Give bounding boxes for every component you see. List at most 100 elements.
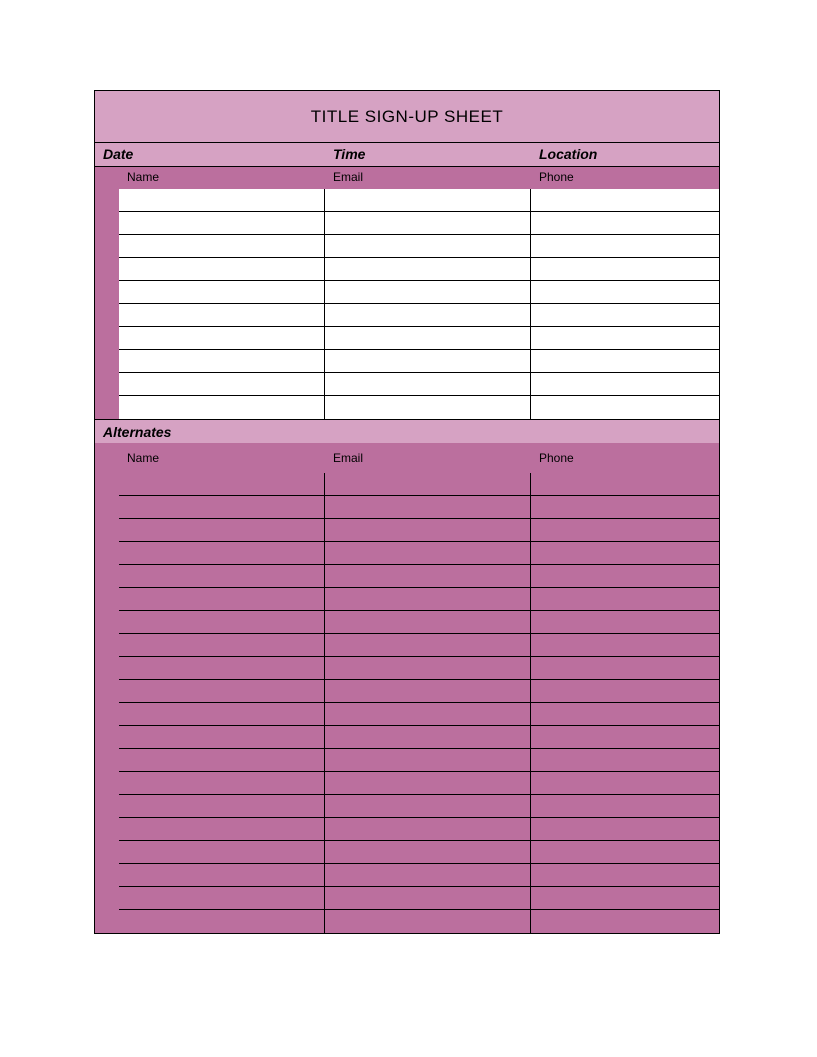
table-cell[interactable]: [119, 235, 325, 257]
table-cell[interactable]: [531, 703, 719, 725]
table-cell[interactable]: [119, 281, 325, 303]
table-row[interactable]: [119, 396, 719, 419]
table-cell[interactable]: [325, 703, 531, 725]
table-cell[interactable]: [531, 772, 719, 794]
table-cell[interactable]: [531, 281, 719, 303]
table-cell[interactable]: [119, 611, 325, 633]
table-cell[interactable]: [531, 212, 719, 234]
table-row[interactable]: [119, 212, 719, 235]
table-cell[interactable]: [531, 657, 719, 679]
table-cell[interactable]: [119, 565, 325, 587]
table-cell[interactable]: [119, 396, 325, 419]
table-cell[interactable]: [119, 634, 325, 656]
table-cell[interactable]: [531, 634, 719, 656]
table-cell[interactable]: [325, 887, 531, 909]
table-cell[interactable]: [325, 542, 531, 564]
table-cell[interactable]: [325, 473, 531, 495]
table-cell[interactable]: [325, 189, 531, 211]
table-row[interactable]: [119, 327, 719, 350]
table-cell[interactable]: [325, 818, 531, 840]
table-cell[interactable]: [119, 680, 325, 702]
table-cell[interactable]: [531, 373, 719, 395]
table-cell[interactable]: [119, 473, 325, 495]
table-cell[interactable]: [325, 680, 531, 702]
table-cell[interactable]: [119, 910, 325, 933]
table-row[interactable]: [119, 496, 719, 519]
table-cell[interactable]: [325, 327, 531, 349]
table-cell[interactable]: [119, 258, 325, 280]
table-cell[interactable]: [531, 726, 719, 748]
table-row[interactable]: [119, 726, 719, 749]
table-row[interactable]: [119, 519, 719, 542]
table-row[interactable]: [119, 588, 719, 611]
table-row[interactable]: [119, 235, 719, 258]
table-cell[interactable]: [531, 565, 719, 587]
table-cell[interactable]: [531, 749, 719, 771]
table-cell[interactable]: [325, 396, 531, 419]
table-cell[interactable]: [119, 841, 325, 863]
table-row[interactable]: [119, 657, 719, 680]
table-cell[interactable]: [531, 887, 719, 909]
table-cell[interactable]: [325, 588, 531, 610]
table-row[interactable]: [119, 772, 719, 795]
table-cell[interactable]: [531, 910, 719, 933]
table-row[interactable]: [119, 350, 719, 373]
table-row[interactable]: [119, 703, 719, 726]
table-cell[interactable]: [119, 327, 325, 349]
table-cell[interactable]: [531, 611, 719, 633]
table-cell[interactable]: [119, 887, 325, 909]
table-cell[interactable]: [119, 703, 325, 725]
table-cell[interactable]: [325, 611, 531, 633]
table-cell[interactable]: [325, 235, 531, 257]
table-row[interactable]: [119, 473, 719, 496]
table-cell[interactable]: [325, 212, 531, 234]
table-cell[interactable]: [119, 542, 325, 564]
table-cell[interactable]: [531, 680, 719, 702]
table-row[interactable]: [119, 258, 719, 281]
table-cell[interactable]: [119, 657, 325, 679]
table-row[interactable]: [119, 749, 719, 772]
table-cell[interactable]: [531, 519, 719, 541]
table-cell[interactable]: [325, 304, 531, 326]
table-cell[interactable]: [119, 864, 325, 886]
table-cell[interactable]: [325, 657, 531, 679]
table-row[interactable]: [119, 864, 719, 887]
table-cell[interactable]: [119, 373, 325, 395]
table-cell[interactable]: [531, 304, 719, 326]
table-cell[interactable]: [119, 189, 325, 211]
table-cell[interactable]: [119, 496, 325, 518]
table-row[interactable]: [119, 910, 719, 933]
table-row[interactable]: [119, 189, 719, 212]
table-cell[interactable]: [531, 841, 719, 863]
table-cell[interactable]: [531, 189, 719, 211]
table-cell[interactable]: [119, 818, 325, 840]
table-cell[interactable]: [325, 749, 531, 771]
table-row[interactable]: [119, 542, 719, 565]
table-cell[interactable]: [119, 772, 325, 794]
table-cell[interactable]: [119, 588, 325, 610]
table-cell[interactable]: [325, 795, 531, 817]
table-cell[interactable]: [531, 473, 719, 495]
table-cell[interactable]: [119, 519, 325, 541]
table-cell[interactable]: [531, 542, 719, 564]
table-cell[interactable]: [119, 212, 325, 234]
table-cell[interactable]: [325, 634, 531, 656]
table-cell[interactable]: [531, 496, 719, 518]
table-cell[interactable]: [531, 818, 719, 840]
table-cell[interactable]: [325, 910, 531, 933]
table-cell[interactable]: [325, 565, 531, 587]
table-cell[interactable]: [531, 235, 719, 257]
table-row[interactable]: [119, 611, 719, 634]
table-row[interactable]: [119, 304, 719, 327]
table-row[interactable]: [119, 795, 719, 818]
table-cell[interactable]: [119, 795, 325, 817]
table-row[interactable]: [119, 887, 719, 910]
table-cell[interactable]: [119, 726, 325, 748]
table-cell[interactable]: [325, 350, 531, 372]
table-row[interactable]: [119, 818, 719, 841]
table-cell[interactable]: [531, 327, 719, 349]
table-row[interactable]: [119, 680, 719, 703]
table-cell[interactable]: [531, 350, 719, 372]
table-row[interactable]: [119, 565, 719, 588]
table-cell[interactable]: [531, 864, 719, 886]
